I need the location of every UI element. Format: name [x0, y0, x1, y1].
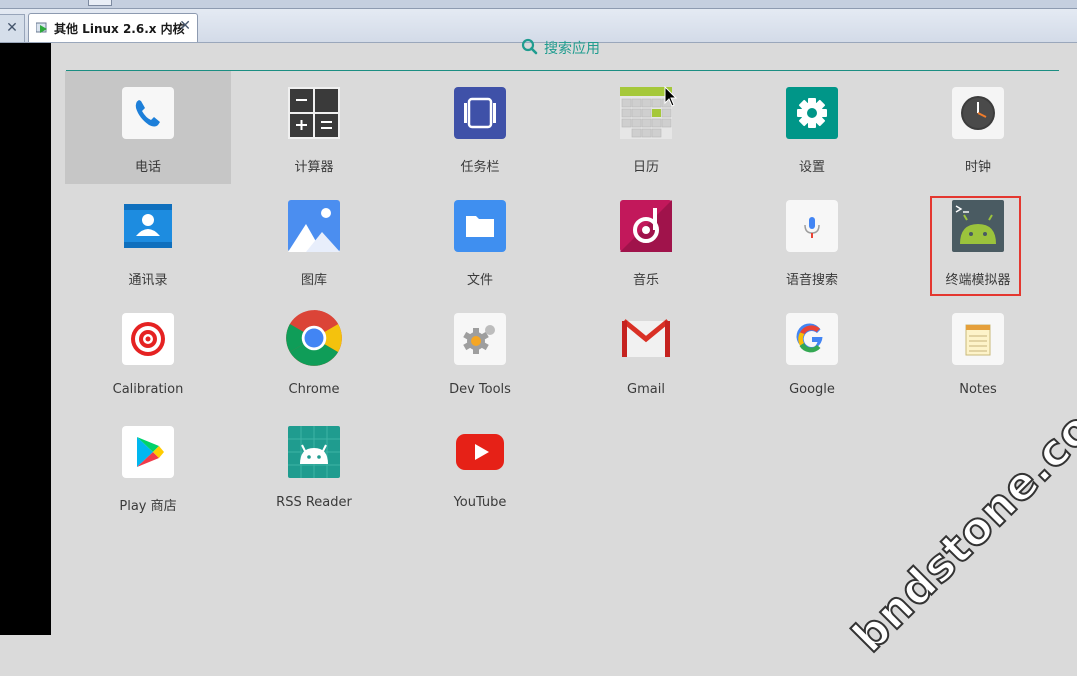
folder-icon: [454, 200, 506, 252]
music-icon: [620, 200, 672, 252]
gear-icon: [786, 87, 838, 139]
app-voice-search[interactable]: 语音搜索: [729, 184, 895, 297]
app-label: Google: [789, 382, 835, 397]
app-label: 通讯录: [128, 273, 168, 288]
app-label: 图库: [300, 273, 327, 288]
app-settings[interactable]: 设置: [729, 71, 895, 184]
host-menu-strip: [0, 0, 1077, 9]
highlight-annotation-box: [930, 196, 1021, 296]
app-label: 时钟: [964, 160, 991, 175]
microphone-icon: [786, 200, 838, 252]
toolbar-button[interactable]: [88, 0, 112, 6]
app-notes[interactable]: Notes: [895, 297, 1061, 410]
app-google[interactable]: Google: [729, 297, 895, 410]
app-calibration[interactable]: Calibration: [65, 297, 231, 410]
gmail-icon: [622, 319, 670, 357]
calculator-icon: [288, 87, 340, 139]
notes-icon: [952, 313, 1004, 365]
vm-tab-close-button[interactable]: ✕: [179, 18, 191, 34]
prev-tab-close-button[interactable]: ✕: [0, 14, 25, 42]
app-music[interactable]: 音乐: [563, 184, 729, 297]
app-gallery[interactable]: 图库: [231, 184, 397, 297]
app-phone[interactable]: 电话: [65, 71, 231, 184]
app-label: 计算器: [294, 160, 334, 175]
youtube-icon: [456, 434, 504, 470]
google-icon: [786, 313, 838, 365]
gallery-icon: [288, 200, 340, 252]
vm-running-icon: [36, 22, 47, 33]
target-icon: [122, 313, 174, 365]
app-label: Chrome: [288, 382, 340, 397]
taskbar-icon: [454, 87, 506, 139]
app-label: 语音搜索: [785, 273, 838, 288]
app-taskbar[interactable]: 任务栏: [397, 71, 563, 184]
app-label: Dev Tools: [449, 382, 511, 397]
app-contacts[interactable]: 通讯录: [65, 184, 231, 297]
app-calculator[interactable]: 计算器: [231, 71, 397, 184]
dev-tools-gear-icon: [454, 313, 506, 365]
app-youtube[interactable]: YouTube: [397, 410, 563, 523]
app-calendar[interactable]: 日历: [563, 71, 729, 184]
vm-tab-title: 其他 Linux 2.6.x 内核: [54, 22, 185, 36]
play-store-icon: [122, 426, 174, 478]
app-play-store[interactable]: Play 商店: [65, 410, 231, 523]
app-rss-reader[interactable]: RSS Reader: [231, 410, 397, 523]
chrome-icon: [286, 310, 342, 366]
app-label: RSS Reader: [276, 495, 352, 510]
app-label: Play 商店: [119, 499, 177, 514]
search-apps-label: 搜索应用: [544, 41, 600, 57]
left-black-bar: [0, 43, 51, 635]
app-label: 文件: [466, 273, 493, 288]
app-label: YouTube: [453, 495, 507, 510]
app-label: 音乐: [632, 273, 659, 288]
app-gmail[interactable]: Gmail: [563, 297, 729, 410]
mouse-cursor-icon: [664, 86, 678, 107]
app-drawer: 搜索应用 电话 计算器 任务栏 日历 设置 时钟 通讯录 图库 文件 音乐 语音…: [51, 38, 1077, 663]
app-files[interactable]: 文件: [397, 184, 563, 297]
clock-icon: [952, 87, 1004, 139]
app-clock[interactable]: 时钟: [895, 71, 1061, 184]
app-label: 设置: [798, 160, 825, 175]
search-icon: [521, 38, 538, 55]
app-label: Notes: [959, 382, 997, 397]
app-label: 任务栏: [460, 160, 500, 175]
search-apps-bar[interactable]: 搜索应用: [51, 38, 1077, 69]
app-dev-tools[interactable]: Dev Tools: [397, 297, 563, 410]
phone-icon: [122, 87, 174, 139]
app-chrome[interactable]: Chrome: [231, 297, 397, 410]
vm-tab[interactable]: 其他 Linux 2.6.x 内核 ✕: [28, 13, 198, 42]
app-label: 电话: [134, 160, 161, 175]
app-label: 日历: [632, 160, 659, 175]
app-label: Gmail: [627, 382, 665, 397]
rss-android-icon: [288, 426, 340, 478]
contacts-icon: [124, 204, 172, 248]
app-label: Calibration: [112, 382, 184, 397]
